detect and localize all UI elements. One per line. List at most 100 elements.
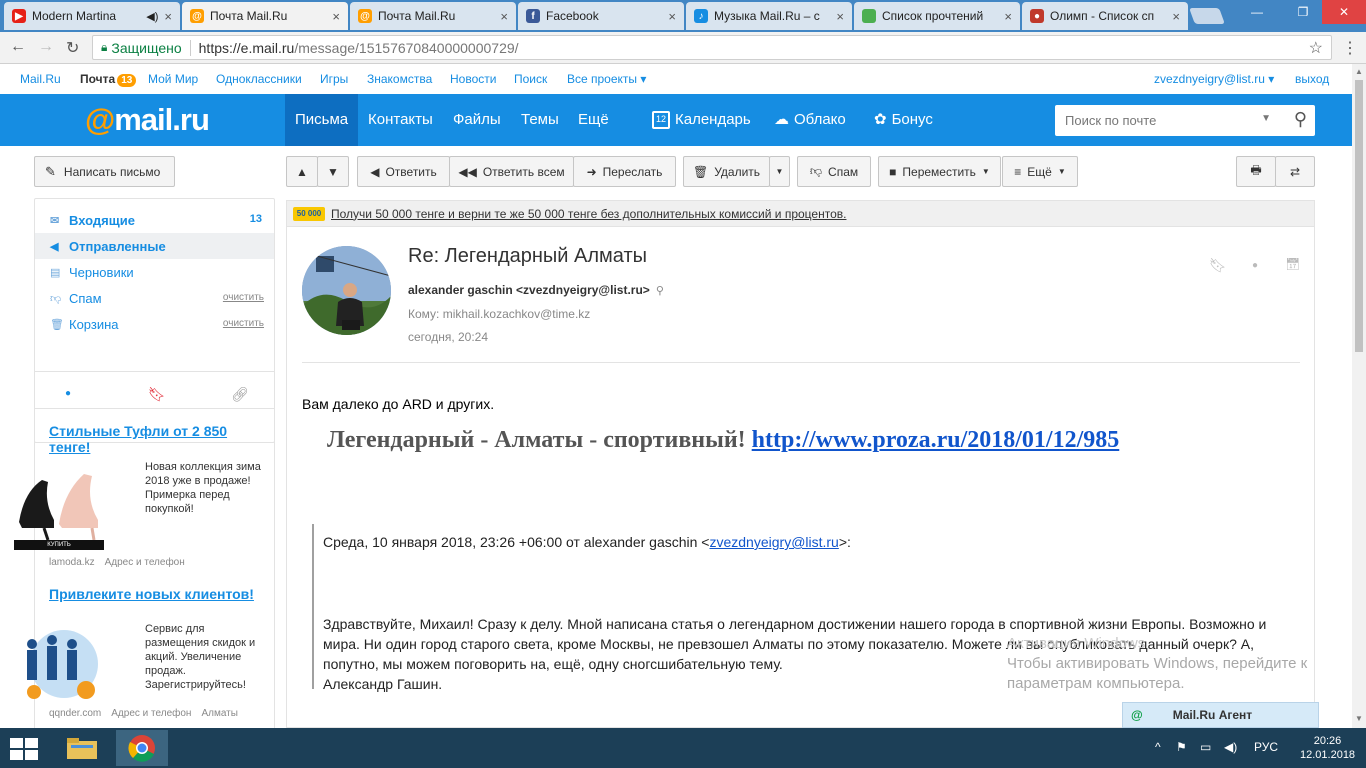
letter-from[interactable]: alexander gaschin <zvezdnyeigry@list.ru>… [408,283,664,297]
back-icon[interactable]: ← [10,38,26,56]
quote-email-link[interactable]: zvezdnyeigry@list.ru [709,534,838,550]
folder-spam[interactable]: 👎︎ Спам очистить [35,285,274,311]
minimize-icon[interactable]: — [1240,0,1274,24]
topline-link-games[interactable]: Игры [320,72,348,86]
calendar-icon[interactable]: 📅︎ [1285,257,1300,271]
reply-button[interactable]: ◀ Ответить [357,156,450,187]
delete-button[interactable]: 🗑︎ Удалить [683,156,770,187]
close-tab-icon[interactable]: × [164,9,172,24]
ad-image-people[interactable] [14,624,104,704]
nav-files[interactable]: Файлы [443,94,511,146]
scroll-down-icon[interactable]: ▼ [1355,714,1363,723]
read-status-icon[interactable]: ● [1252,260,1258,271]
mailru-logo[interactable]: @mail.ru [85,102,210,138]
chevron-down-icon[interactable]: ▼ [1261,113,1271,124]
browser-tab-music[interactable]: ♪ Музыка Mail.Ru – с × [686,2,852,30]
nav-cloud[interactable]: ☁ Облако [764,94,856,146]
browser-tab-facebook[interactable]: f Facebook × [518,2,684,30]
bookmark-star-icon[interactable]: ☆ [1309,38,1323,58]
ad-image-shoes[interactable] [14,462,104,542]
chrome-taskbar-icon[interactable] [116,730,168,766]
prev-letter-button[interactable]: ▲ [286,156,318,187]
delete-options-button[interactable]: ▼ [769,156,790,187]
more-button[interactable]: ≡ Ещё ▼ [1002,156,1078,187]
browser-tab-mail[interactable]: @ Почта Mail.Ru × [350,2,516,30]
topline-link-all-projects[interactable]: Все проекты ▾ [567,72,646,86]
unread-filter-icon[interactable]: ● [65,388,71,399]
nav-more[interactable]: Ещё [568,94,619,146]
compose-button[interactable]: ✎ Написать письмо [34,156,175,187]
sender-avatar[interactable] [302,246,391,335]
forward-button[interactable]: ➜ Переслать [573,156,676,187]
scroll-up-icon[interactable]: ▲ [1355,67,1363,76]
system-clock[interactable]: 20:26 12.01.2018 [1300,734,1355,762]
close-tab-icon[interactable]: × [500,9,508,24]
next-letter-button[interactable]: ▼ [317,156,349,187]
folder-inbox[interactable]: ✉ Входящие 13 [35,207,274,233]
close-tab-icon[interactable]: × [1172,9,1180,24]
close-tab-icon[interactable]: × [668,9,676,24]
close-window-icon[interactable]: ✕ [1322,0,1366,24]
browser-tab-sheet[interactable]: Список прочтений × [854,2,1020,30]
move-button[interactable]: ■ Переместить ▼ [878,156,1001,187]
topline-link-dating[interactable]: Знакомства [367,72,432,86]
flag-icon[interactable]: ⚑ [1176,740,1187,754]
logout-link[interactable]: выход [1295,72,1329,86]
nav-calendar[interactable]: 12 Календарь [642,94,761,146]
folder-trash[interactable]: 🗑︎ Корзина очистить [35,311,274,337]
translate-button[interactable]: ⇄ [1275,156,1315,187]
close-tab-icon[interactable]: × [332,9,340,24]
promo-line[interactable]: 50 000 Получи 50 000 тенге и верни те же… [286,200,1315,227]
windows-start-icon[interactable] [10,738,38,760]
ad-domain[interactable]: lamoda.kz [49,557,95,568]
topline-link-ok[interactable]: Одноклассники [216,72,302,86]
browser-tab-olimp[interactable]: ● Олимп - Список сп × [1022,2,1188,30]
folder-drafts[interactable]: ▤ Черновики [35,259,274,285]
topline-link-mail[interactable]: Почта 13 [80,72,137,87]
network-icon[interactable]: ▭ [1200,740,1211,754]
clear-spam-link[interactable]: очистить [223,292,264,303]
promo-text[interactable]: Получи 50 000 тенге и верни те же 50 000… [331,207,846,221]
clear-trash-link[interactable]: очистить [223,318,264,329]
search-icon[interactable]: ⚲ [1294,109,1307,130]
flag-filter-icon[interactable]: 🔖︎ [148,386,166,403]
nav-letters[interactable]: Письма [285,94,359,146]
tray-arrow-icon[interactable]: ^ [1155,740,1161,754]
search-input[interactable]: Поиск по почте ▼ ⚲ [1055,105,1315,136]
audio-icon[interactable]: ◀) [146,10,158,23]
address-bar[interactable]: 🔒︎ Защищено https://e.mail.ru/message/15… [92,35,1332,60]
browser-tab-mail-active[interactable]: @ Почта Mail.Ru × [182,2,348,30]
attachment-filter-icon[interactable]: 🔗︎ [231,386,249,403]
ad-address-link[interactable]: Адрес и телефон [111,708,191,719]
print-button[interactable]: 🖶︎ [1236,156,1276,187]
reload-icon[interactable]: ↻ [66,38,79,58]
volume-icon[interactable]: ◀) [1224,740,1237,754]
explorer-taskbar-icon[interactable] [56,730,108,766]
close-tab-icon[interactable]: × [1004,9,1012,24]
bookmark-icon[interactable]: 🔖︎ [1209,257,1227,274]
browser-menu-icon[interactable]: ⋮ [1342,38,1358,58]
topline-link-news[interactable]: Новости [450,72,496,86]
ad-city[interactable]: Алматы [201,708,238,719]
spam-button[interactable]: 👎︎ Спам [797,156,871,187]
headline-link[interactable]: http://www.proza.ru/2018/01/12/985 [752,427,1120,453]
topline-link-search[interactable]: Поиск [514,72,547,86]
search-icon[interactable]: ⚲ [656,285,664,297]
mail-agent-bar[interactable]: @ Mail.Ru Агент [1122,702,1319,728]
reply-all-button[interactable]: ◀◀ Ответить всем [449,156,574,187]
scroll-thumb[interactable] [1355,80,1363,352]
ad-title-clients[interactable]: Привлеките новых клиентов! [49,586,259,602]
nav-themes[interactable]: Темы [511,94,569,146]
close-tab-icon[interactable]: × [836,9,844,24]
topline-link-moymir[interactable]: Мой Мир [148,72,198,86]
restore-icon[interactable]: ❐ [1286,0,1320,24]
nav-contacts[interactable]: Контакты [358,94,443,146]
folder-sent[interactable]: ◀ Отправленные [35,233,274,259]
nav-bonus[interactable]: ✿ Бонус [864,94,943,146]
new-tab-button[interactable] [1189,8,1225,24]
browser-tab-youtube[interactable]: ▶ Modern Martina ◀) × [4,2,180,30]
ad-buy-button[interactable]: КУПИТЬ [14,540,104,550]
topline-link-mailru[interactable]: Mail.Ru [20,72,61,86]
ad-address-link[interactable]: Адрес и телефон [105,557,185,568]
forward-icon[interactable]: → [38,38,54,56]
